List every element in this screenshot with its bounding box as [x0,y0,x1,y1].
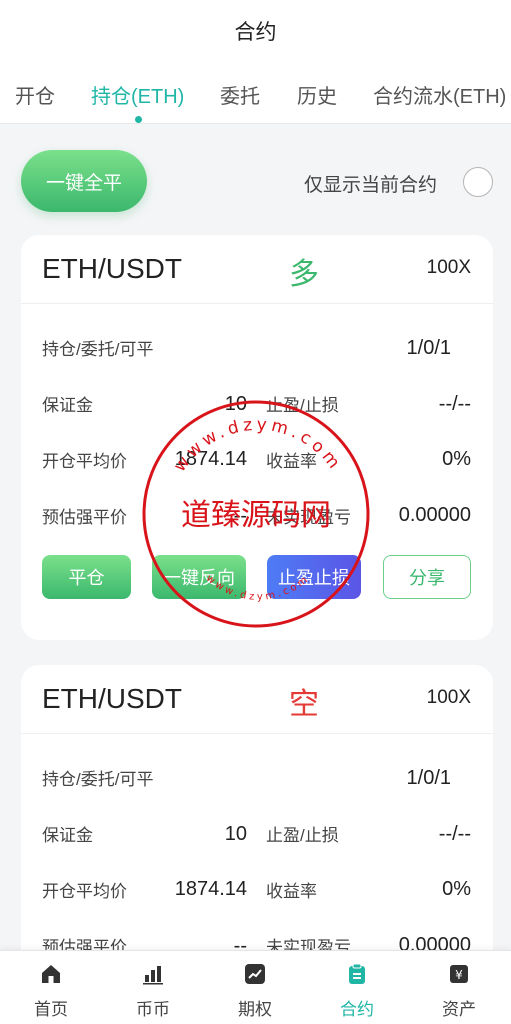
reverse-position-button[interactable]: 一键反向 [152,555,246,599]
nav-options-label: 期权 [238,1000,272,1019]
holding-value: 1/0/1 [406,337,451,359]
nav-assets[interactable]: ¥ 资产 [408,951,510,1024]
margin-label: 保证金 [42,396,93,415]
active-tab-indicator [135,116,142,123]
avg-price-value: 1874.14 [174,878,247,900]
margin-label: 保证金 [42,826,93,845]
margin-value: 10 [224,823,247,845]
card-divider [21,303,493,304]
nav-options[interactable]: 期权 [204,951,306,1024]
home-icon [42,965,60,983]
holding-label: 持仓/委托/可平 [42,340,154,359]
nav-spot-label: 币币 [136,1000,170,1019]
position-leverage: 100X [426,257,471,278]
tpsl-value: --/-- [438,393,471,415]
tpsl-label: 止盈/止损 [266,396,339,415]
pnl-label: 未实现盈亏 [266,508,351,527]
tpsl-label: 止盈/止损 [266,826,339,845]
liq-price-value: -- [233,505,247,527]
roi-label: 收益率 [266,882,317,901]
share-button[interactable]: 分享 [383,555,471,599]
nav-contract-label: 合约 [340,1000,374,1019]
tpsl-button[interactable]: 止盈止损 [267,555,361,599]
pnl-value: 0.00000 [398,504,471,526]
holding-value: 1/0/1 [406,767,451,789]
tab-bar: 开仓 持仓(ETH) 委托 历史 合约流水(ETH) [0,80,511,124]
contract-icon [349,963,365,984]
wallet-icon: ¥ [450,965,468,983]
filter-current-contract-radio[interactable] [463,167,493,197]
nav-home[interactable]: 首页 [0,951,102,1024]
close-all-button[interactable]: 一键全平 [21,150,147,212]
tpsl-value: --/-- [438,823,471,845]
bottom-nav: 首页 币币 期权 合约 ¥ 资产 [0,950,511,1024]
position-side-long: 多 [289,258,319,291]
close-position-button[interactable]: 平仓 [42,555,131,599]
avg-price-label: 开仓平均价 [42,452,127,471]
header: 合约 开仓 持仓(ETH) 委托 历史 合约流水(ETH) [0,0,511,124]
roi-label: 收益率 [266,452,317,471]
position-pair: ETH/USDT [42,683,182,714]
tab-flow[interactable]: 合约流水(ETH) [373,80,506,109]
nav-home-label: 首页 [34,1000,68,1019]
options-icon [245,964,265,984]
position-card: ETH/USDT 空 100X 持仓/委托/可平 1/0/1 保证金 10 止盈… [21,665,493,995]
tab-history[interactable]: 历史 [297,80,337,109]
nav-spot[interactable]: 币币 [102,951,204,1024]
position-pair: ETH/USDT [42,253,182,284]
position-side-short: 空 [289,688,319,721]
tab-positions[interactable]: 持仓(ETH) [91,80,184,109]
svg-text:¥: ¥ [455,968,463,982]
position-card: ETH/USDT 多 100X 持仓/委托/可平 1/0/1 保证金 10 止盈… [21,235,493,640]
liq-price-label: 预估强平价 [42,508,127,527]
holding-label: 持仓/委托/可平 [42,770,154,789]
filter-current-contract-label: 仅显示当前合约 [304,175,438,196]
tab-open[interactable]: 开仓 [15,80,55,109]
tab-orders[interactable]: 委托 [220,80,260,109]
roi-value: 0% [442,448,471,470]
position-leverage: 100X [426,687,471,708]
avg-price-value: 1874.14 [174,448,247,470]
card-divider [21,733,493,734]
bar-chart-icon [143,966,163,985]
nav-contract[interactable]: 合约 [306,951,408,1024]
margin-value: 10 [224,393,247,415]
avg-price-label: 开仓平均价 [42,882,127,901]
roi-value: 0% [442,878,471,900]
page-title: 合约 [234,21,277,44]
nav-assets-label: 资产 [442,1000,476,1019]
